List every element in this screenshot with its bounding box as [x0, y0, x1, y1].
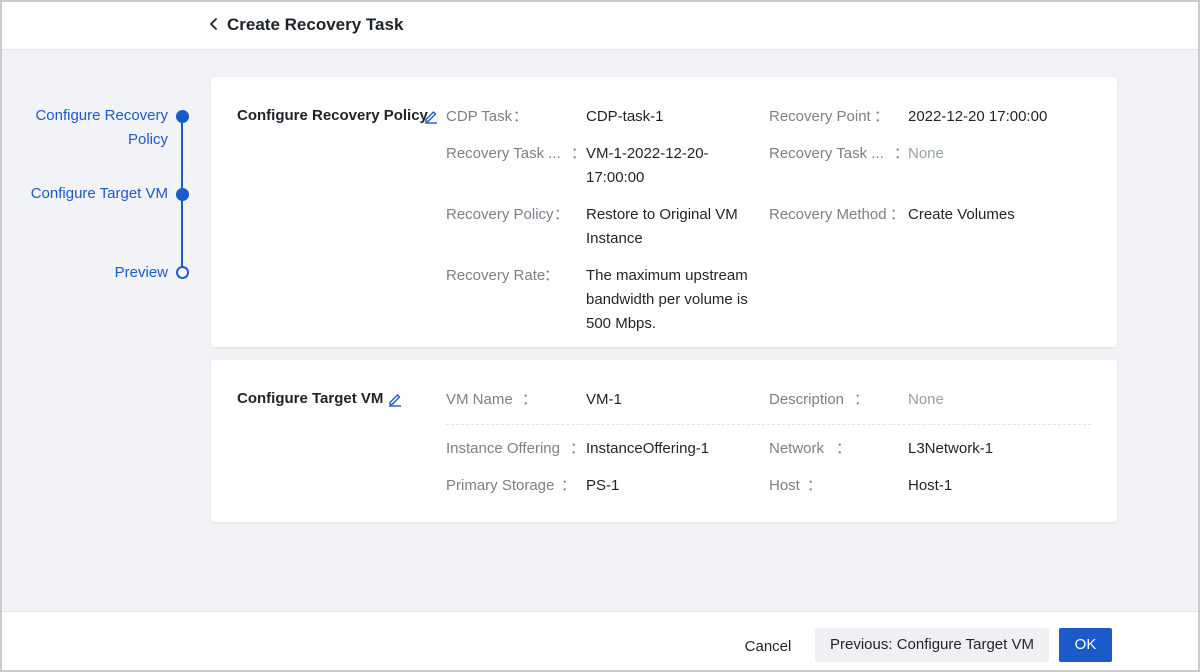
recovery-method-value: Create Volumes: [908, 206, 1015, 223]
value-line: bandwidth per volume is: [586, 291, 748, 308]
colon: ：: [836, 440, 852, 457]
previous-button[interactable]: Previous: Configure Target VM: [815, 628, 1049, 662]
recovery-policy-label: Recovery Policy: [446, 206, 554, 223]
colon: ：: [561, 477, 577, 494]
colon: ：: [513, 108, 529, 125]
colon: ：: [890, 206, 906, 223]
description-label: Description: [769, 391, 845, 408]
footer-bar: Cancel Previous: Configure Target VM OK: [2, 611, 1198, 670]
value-line: 17:00:00: [586, 169, 645, 186]
value-line: Instance: [586, 230, 643, 247]
recovery-task-name-label: Recovery Task ...: [446, 145, 561, 162]
colon: ：: [571, 145, 587, 162]
step-dot-done: [176, 188, 189, 201]
colon: ：: [854, 391, 870, 408]
vm-name-label: VM Name: [446, 391, 513, 408]
card-title: Configure Recovery Policy: [237, 107, 428, 124]
colon: ：: [544, 267, 560, 284]
colon: ：: [874, 108, 890, 125]
colon: ：: [554, 206, 570, 223]
recovery-point-value: 2022-12-20 17:00:00: [908, 108, 1048, 125]
recovery-policy-card: Configure Recovery Policy CDP Task ： CDP…: [211, 77, 1117, 347]
primary-storage-value: PS-1: [586, 477, 620, 494]
create-recovery-task-window: Create Recovery Task Configure Recovery …: [0, 0, 1200, 672]
value-line: Restore to Original VM: [586, 206, 738, 223]
recovery-task-name-value: VM-1-2022-12-20- 17:00:00: [586, 142, 709, 190]
step-dot-current: [176, 266, 189, 279]
target-vm-card: Configure Target VM VM Name ： VM-1 Descr…: [211, 360, 1117, 522]
chevron-left-icon[interactable]: [207, 14, 221, 34]
instance-offering-label: Instance Offering: [446, 440, 560, 457]
recovery-policy-value: Restore to Original VM Instance: [586, 203, 738, 251]
value-line: VM-1-2022-12-20-: [586, 145, 709, 162]
host-value: Host-1: [908, 477, 953, 494]
cancel-button[interactable]: Cancel: [733, 630, 803, 664]
recovery-rate-label: Recovery Rate: [446, 267, 546, 284]
recovery-task-desc-value: None: [908, 145, 944, 162]
cdp-task-label: CDP Task: [446, 108, 513, 125]
recovery-rate-value: The maximum upstream bandwidth per volum…: [586, 264, 748, 336]
colon: ：: [522, 391, 538, 408]
instance-offering-value: InstanceOffering-1: [586, 440, 710, 457]
card-title: Configure Target VM: [237, 390, 384, 407]
value-line: 500 Mbps.: [586, 315, 657, 332]
row-divider: [446, 424, 1091, 425]
colon: ：: [894, 145, 910, 162]
host-label: Host: [769, 477, 800, 494]
step-label-line1: Configure Recovery: [35, 107, 168, 124]
step-preview[interactable]: Preview: [62, 261, 168, 285]
network-label: Network: [769, 440, 825, 457]
recovery-method-label: Recovery Method: [769, 206, 887, 223]
value-line: The maximum upstream: [586, 267, 748, 284]
cdp-task-value: CDP-task-1: [586, 108, 664, 125]
pencil-edit-icon[interactable]: [423, 108, 439, 124]
vm-name-value: VM-1: [586, 391, 622, 408]
recovery-point-label: Recovery Point: [769, 108, 871, 125]
step-configure-recovery-policy[interactable]: Configure Recovery Policy: [22, 104, 168, 152]
description-value: None: [908, 391, 944, 408]
step-configure-target-vm[interactable]: Configure Target VM: [12, 182, 168, 206]
colon: ：: [807, 477, 823, 494]
step-label-line2: Policy: [127, 131, 168, 148]
primary-storage-label: Primary Storage: [446, 477, 555, 494]
recovery-task-desc-label: Recovery Task ...: [769, 145, 884, 162]
pencil-edit-icon[interactable]: [387, 391, 403, 407]
network-value: L3Network-1: [908, 440, 994, 457]
step-dot-done: [176, 110, 189, 123]
page-title: Create Recovery Task: [227, 15, 404, 34]
ok-button[interactable]: OK: [1059, 628, 1112, 662]
page-header: Create Recovery Task: [2, 2, 1198, 50]
colon: ：: [570, 440, 586, 457]
